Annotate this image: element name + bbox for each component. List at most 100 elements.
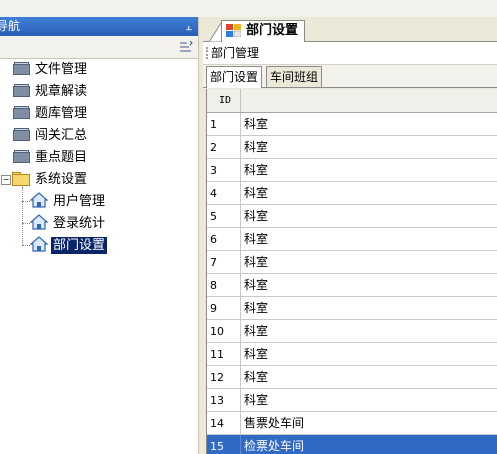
cell-name[interactable]: 科室 xyxy=(242,389,497,411)
cell-id[interactable]: 11 xyxy=(207,343,241,365)
cell-name[interactable]: 科室 xyxy=(242,366,497,388)
grid-header: ID xyxy=(207,89,497,113)
tab-department-settings[interactable]: 部门设置 xyxy=(221,20,306,42)
window-top-strip xyxy=(0,0,497,17)
cell-id[interactable]: 4 xyxy=(207,182,241,204)
tree-node-label: 文件管理 xyxy=(35,62,88,77)
cell-id[interactable]: 14 xyxy=(207,412,241,434)
navigation-pane: 导航 ⫠ 文件管理规章解读题库管理闯关汇总重点题目系统设置 − 用户管理登录统计部门… xyxy=(0,17,198,454)
cell-name[interactable]: 科室 xyxy=(242,297,497,319)
collapse-toggle[interactable]: − xyxy=(1,175,11,185)
folder-open-icon xyxy=(12,171,30,186)
cell-id[interactable]: 13 xyxy=(207,389,241,411)
book-icon xyxy=(12,83,30,97)
tree-node-label: 题库管理 xyxy=(35,106,88,121)
cell-id[interactable]: 5 xyxy=(207,205,241,227)
cell-name[interactable]: 科室 xyxy=(242,205,497,227)
table-row[interactable]: 6 科室 xyxy=(207,228,497,251)
cell-name[interactable]: 科室 xyxy=(242,274,497,296)
table-row[interactable]: 3 科室 xyxy=(207,159,497,182)
cell-id[interactable]: 2 xyxy=(207,136,241,158)
tree-connector xyxy=(22,245,30,246)
table-row[interactable]: 12 科室 xyxy=(207,366,497,389)
table-row[interactable]: 2 科室 xyxy=(207,136,497,159)
tree-node[interactable]: 系统设置 xyxy=(12,169,89,189)
tree-node[interactable]: 闯关汇总 xyxy=(12,125,89,145)
navigation-pane-title: 导航 xyxy=(0,19,21,33)
home-icon xyxy=(30,214,48,230)
tree-node[interactable]: 部门设置 xyxy=(30,235,108,255)
sort-icon[interactable] xyxy=(178,39,194,55)
cell-name[interactable]: 科室 xyxy=(242,251,497,273)
tree-connector xyxy=(22,223,30,224)
cell-id[interactable]: 8 xyxy=(207,274,241,296)
department-grid: ID 1 科室 2 科室 3 科室 4 科室 5 科室 6 科室 7 科室 8 科室 9 科室 10 科室 11 科室 12… xyxy=(206,89,497,454)
tree-node[interactable]: 题库管理 xyxy=(12,103,89,123)
cell-id[interactable]: 15 xyxy=(207,435,241,454)
cell-id[interactable]: 1 xyxy=(207,113,241,135)
navigation-pane-title-bar: 导航 ⫠ xyxy=(0,17,198,36)
book-icon xyxy=(12,149,30,163)
tree-node-label: 用户管理 xyxy=(53,194,106,209)
breadcrumb-label: 部门管理 xyxy=(211,46,260,60)
window-icon xyxy=(226,24,241,37)
table-row[interactable]: 11 科室 xyxy=(207,343,497,366)
table-row[interactable]: 9 科室 xyxy=(207,297,497,320)
cell-name[interactable]: 科室 xyxy=(242,228,497,250)
home-icon xyxy=(30,192,48,208)
cell-id[interactable]: 6 xyxy=(207,228,241,250)
cell-name[interactable]: 科室 xyxy=(242,113,497,135)
home-icon xyxy=(30,236,48,252)
toolbar-grip[interactable] xyxy=(206,47,210,59)
table-row[interactable]: 15 检票处车间 xyxy=(207,435,497,454)
table-row[interactable]: 1 科室 xyxy=(207,113,497,136)
cell-id[interactable]: 3 xyxy=(207,159,241,181)
cell-name[interactable]: 科室 xyxy=(242,343,497,365)
tree-connector xyxy=(22,187,23,245)
tree-node[interactable]: 用户管理 xyxy=(30,191,107,211)
tab-department-setup[interactable]: 部门设置 xyxy=(206,66,263,88)
tab-workshop-teams-label: 车间班组 xyxy=(270,70,319,84)
table-row[interactable]: 13 科室 xyxy=(207,389,497,412)
sub-tab-strip: 部门设置 车间班组 xyxy=(203,65,497,88)
cell-id[interactable]: 7 xyxy=(207,251,241,273)
table-row[interactable]: 14 售票处车间 xyxy=(207,412,497,435)
cell-id[interactable]: 12 xyxy=(207,366,241,388)
tree-connector xyxy=(22,201,30,202)
navigation-tree: 文件管理规章解读题库管理闯关汇总重点题目系统设置 − 用户管理登录统计部门设置 xyxy=(0,59,198,454)
tab-label: 部门设置 xyxy=(246,23,299,38)
table-row[interactable]: 8 科室 xyxy=(207,274,497,297)
cell-name[interactable]: 售票处车间 xyxy=(242,412,497,434)
navigation-toolbar xyxy=(0,36,198,59)
tree-node-label: 系统设置 xyxy=(35,172,88,187)
tree-node[interactable]: 登录统计 xyxy=(30,213,107,233)
tab-workshop-teams[interactable]: 车间班组 xyxy=(266,66,323,87)
tree-node[interactable]: 重点题目 xyxy=(12,147,89,167)
tree-node-label: 登录统计 xyxy=(53,216,106,231)
cell-name[interactable]: 科室 xyxy=(242,182,497,204)
table-row[interactable]: 5 科室 xyxy=(207,205,497,228)
table-row[interactable]: 4 科室 xyxy=(207,182,497,205)
book-icon xyxy=(12,61,30,75)
book-icon xyxy=(12,127,30,141)
cell-name[interactable]: 科室 xyxy=(242,159,497,181)
document-area: 部门设置 部门管理 部门设置 车间班组 ID 1 科室 2 科室 3 科室 4 科室 5 科室 6 科… xyxy=(203,17,497,454)
tree-node[interactable]: 文件管理 xyxy=(12,59,89,79)
cell-id[interactable]: 9 xyxy=(207,297,241,319)
cell-name[interactable]: 检票处车间 xyxy=(242,435,497,454)
cell-name[interactable]: 科室 xyxy=(242,136,497,158)
tree-node-label: 部门设置 xyxy=(51,237,108,254)
document-tab-strip: 部门设置 xyxy=(203,17,497,42)
breadcrumb: 部门管理 xyxy=(203,42,497,65)
tree-node-label: 规章解读 xyxy=(35,84,88,99)
table-row[interactable]: 7 科室 xyxy=(207,251,497,274)
tree-node-label: 重点题目 xyxy=(35,150,88,165)
table-row[interactable]: 10 科室 xyxy=(207,320,497,343)
cell-name[interactable]: 科室 xyxy=(242,320,497,342)
tree-node[interactable]: 规章解读 xyxy=(12,81,89,101)
book-icon xyxy=(12,105,30,119)
pin-icon[interactable]: ⫠ xyxy=(185,17,192,36)
column-header-id[interactable]: ID xyxy=(207,89,241,112)
tree-node-label: 闯关汇总 xyxy=(35,128,88,143)
cell-id[interactable]: 10 xyxy=(207,320,241,342)
